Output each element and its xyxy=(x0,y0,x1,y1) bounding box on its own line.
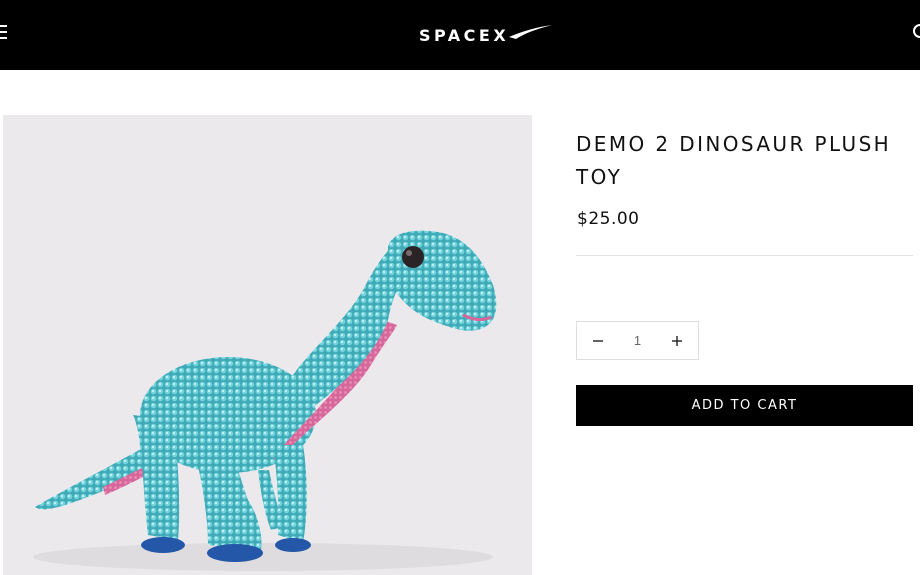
product-image xyxy=(3,115,532,575)
spacex-logo[interactable]: SPACEX xyxy=(419,22,553,46)
plus-icon xyxy=(672,335,682,346)
quantity-input[interactable] xyxy=(619,333,656,348)
hamburger-menu-icon[interactable] xyxy=(0,25,8,39)
decrement-button[interactable] xyxy=(577,322,619,359)
product-title: DEMO 2 DINOSAUR PLUSH TOY xyxy=(576,132,892,189)
svg-text:SPACEX: SPACEX xyxy=(419,26,509,45)
quantity-selector xyxy=(576,321,699,360)
divider xyxy=(576,255,913,256)
site-header: SPACEX xyxy=(0,0,920,70)
minus-icon xyxy=(593,339,603,342)
search-icon[interactable] xyxy=(911,22,920,42)
add-to-cart-button[interactable]: ADD TO CART xyxy=(576,385,913,426)
product-price: $25.00 xyxy=(577,209,640,229)
increment-button[interactable] xyxy=(656,322,698,359)
